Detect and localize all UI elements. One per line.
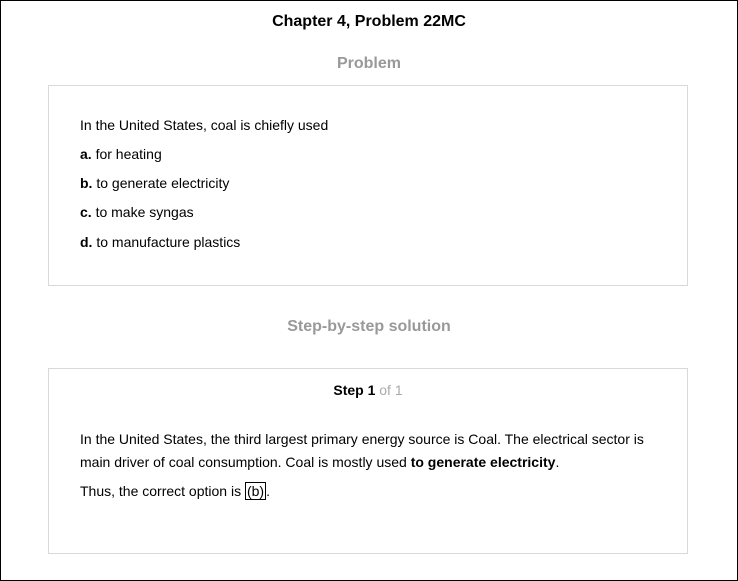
page-title: Chapter 4, Problem 22MC — [272, 13, 466, 30]
solution-text-end: . — [555, 454, 560, 470]
option-text: to generate electricity — [96, 175, 230, 191]
option-c: c. to make syngas — [80, 203, 194, 221]
solution-paragraph: In the United States, the third largest … — [80, 428, 670, 474]
conclusion-end: . — [266, 483, 270, 499]
option-letter: b. — [80, 175, 93, 191]
option-d: d. to manufacture plastics — [80, 233, 240, 251]
step-total: of 1 — [379, 382, 403, 398]
answer-box: (b) — [244, 482, 267, 500]
option-text: for heating — [95, 146, 162, 162]
question-text: In the United States, coal is chiefly us… — [80, 117, 329, 133]
conclusion-text: Thus, the correct option is — [80, 483, 245, 499]
step-header: Step 1 of 1 — [49, 382, 687, 398]
option-letter: d. — [80, 234, 93, 250]
solution-heading: Step-by-step solution — [287, 318, 451, 335]
option-b: b. to generate electricity — [80, 174, 229, 192]
option-a: a. for heating — [80, 145, 162, 163]
step-label: Step 1 — [333, 382, 376, 398]
option-letter: a. — [80, 146, 92, 162]
option-text: to make syngas — [95, 204, 194, 220]
option-text: to manufacture plastics — [96, 234, 241, 250]
solution-conclusion: Thus, the correct option is (b). — [80, 480, 670, 503]
option-letter: c. — [80, 204, 92, 220]
problem-box: In the United States, coal is chiefly us… — [48, 85, 688, 286]
problem-heading: Problem — [336, 55, 401, 72]
solution-box: Step 1 of 1 In the United States, the th… — [48, 368, 688, 554]
solution-emphasis: to generate electricity — [410, 454, 556, 470]
